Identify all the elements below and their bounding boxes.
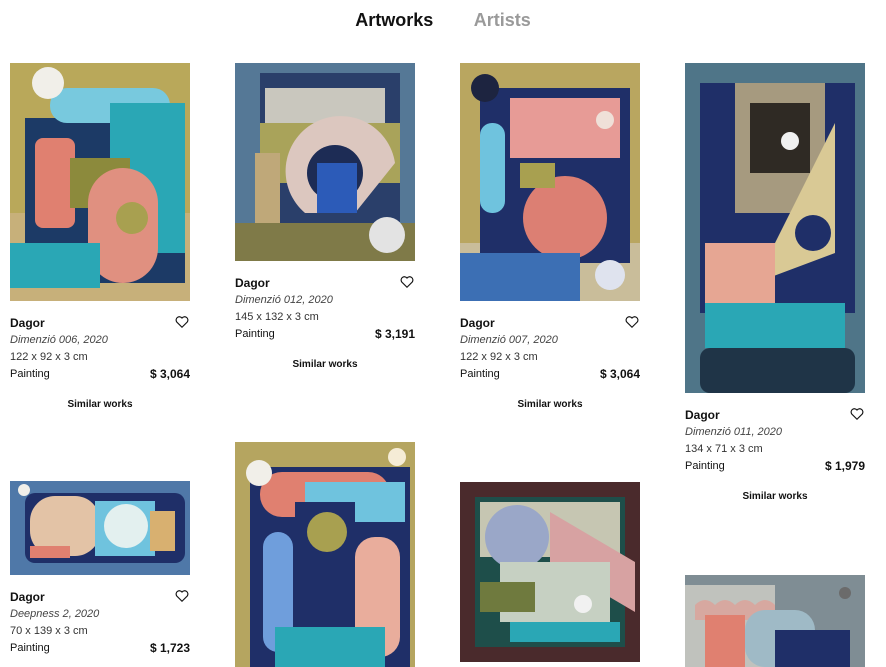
artwork-image[interactable] — [235, 63, 415, 261]
artwork-image[interactable] — [10, 481, 190, 575]
artist-name[interactable]: Dagor — [460, 314, 640, 332]
heart-icon[interactable] — [625, 315, 639, 329]
artwork-price: $ 3,064 — [599, 367, 640, 381]
similar-works-link[interactable]: Similar works — [460, 399, 640, 410]
similar-works-link[interactable]: Similar works — [685, 491, 865, 502]
tab-artworks[interactable]: Artworks — [355, 10, 433, 31]
similar-works-link[interactable]: Similar works — [10, 399, 190, 410]
artwork-price: $ 1,979 — [824, 459, 865, 473]
artwork-medium: Painting — [235, 328, 275, 340]
artwork-card: Dagor Dimenzió 012, 2020 145 x 132 x 3 c… — [235, 63, 415, 370]
artwork-card — [685, 575, 865, 667]
artwork-title[interactable]: Dimenzió 011, 2020 — [685, 424, 865, 441]
artwork-image[interactable] — [685, 575, 865, 667]
tab-artists[interactable]: Artists — [474, 10, 531, 31]
artist-name[interactable]: Dagor — [10, 588, 190, 606]
heart-icon[interactable] — [175, 315, 189, 329]
artwork-card: Dagor Dimenzió 006, 2020 122 x 92 x 3 cm… — [10, 63, 190, 410]
artwork-dimensions: 145 x 132 x 3 cm — [235, 311, 319, 323]
artwork-dimensions: 122 x 92 x 3 cm — [10, 351, 88, 363]
view-tabs: Artworks Artists — [0, 10, 886, 31]
artwork-title[interactable]: Deepness 2, 2020 — [10, 606, 190, 623]
artwork-card — [460, 482, 640, 662]
artist-name[interactable]: Dagor — [10, 314, 190, 332]
artwork-dimensions: 134 x 71 x 3 cm — [685, 443, 763, 455]
artwork-image[interactable] — [460, 63, 640, 301]
artwork-medium: Painting — [10, 642, 50, 654]
artwork-image[interactable] — [10, 63, 190, 301]
artwork-title[interactable]: Dimenzió 012, 2020 — [235, 292, 415, 309]
artwork-dimensions: 122 x 92 x 3 cm — [460, 351, 538, 363]
artwork-card: Dagor Dimenzió 011, 2020 134 x 71 x 3 cm… — [685, 63, 865, 502]
heart-icon[interactable] — [175, 589, 189, 603]
artwork-price: $ 3,191 — [374, 327, 415, 341]
artwork-card — [235, 442, 415, 667]
artwork-image[interactable] — [235, 442, 415, 667]
artwork-medium: Painting — [460, 368, 500, 380]
similar-works-link[interactable]: Similar works — [235, 359, 415, 370]
artwork-image[interactable] — [460, 482, 640, 662]
heart-icon[interactable] — [400, 275, 414, 289]
artwork-medium: Painting — [10, 368, 50, 380]
artwork-image[interactable] — [685, 63, 865, 393]
artist-name[interactable]: Dagor — [235, 274, 415, 292]
artist-name[interactable]: Dagor — [685, 406, 865, 424]
artwork-price: $ 3,064 — [149, 367, 190, 381]
heart-icon[interactable] — [850, 407, 864, 421]
artwork-card: Dagor Dimenzió 007, 2020 122 x 92 x 3 cm… — [460, 63, 640, 410]
artwork-title[interactable]: Dimenzió 007, 2020 — [460, 332, 640, 349]
artwork-title[interactable]: Dimenzió 006, 2020 — [10, 332, 190, 349]
artwork-card: Dagor Deepness 2, 2020 70 x 139 x 3 cm P… — [10, 481, 190, 657]
artwork-price: $ 1,723 — [149, 641, 190, 655]
artwork-medium: Painting — [685, 460, 725, 472]
artwork-dimensions: 70 x 139 x 3 cm — [10, 625, 88, 637]
